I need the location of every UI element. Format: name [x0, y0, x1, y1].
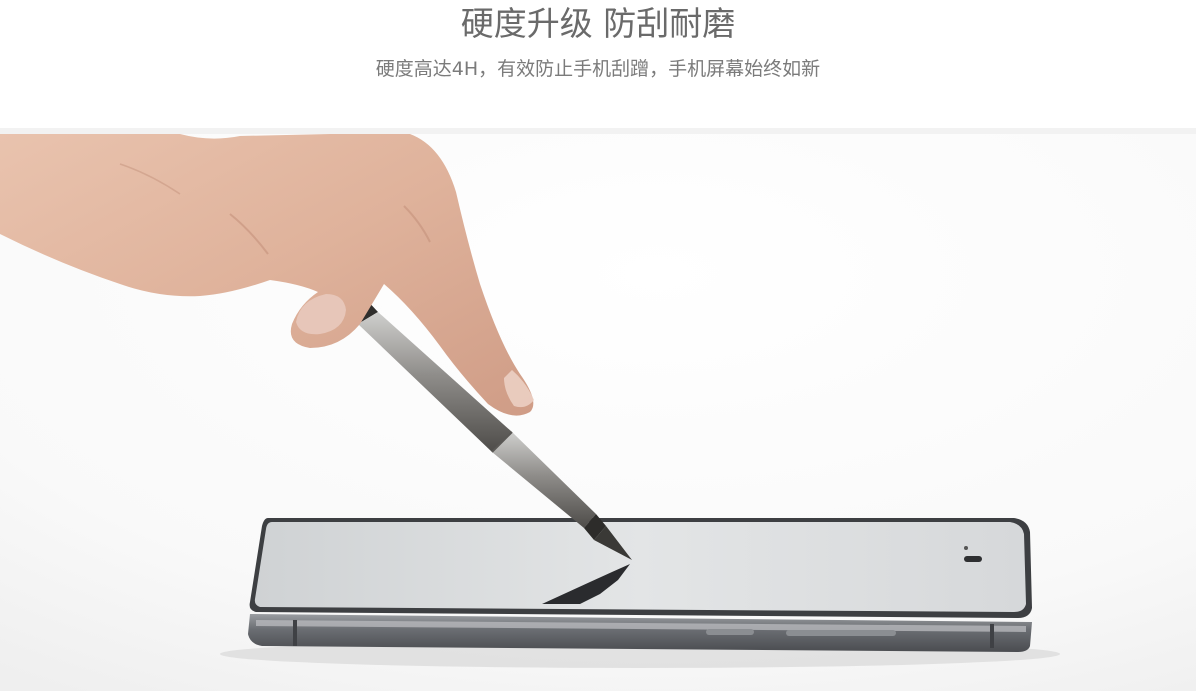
product-photo — [0, 134, 1196, 691]
product-feature-section: 硬度升级 防刮耐磨 硬度高达4H，有效防止手机刮蹭，手机屏幕始终如新 — [0, 0, 1196, 691]
phone-image — [248, 518, 1033, 652]
feature-subtitle: 硬度高达4H，有效防止手机刮蹭，手机屏幕始终如新 — [375, 58, 821, 80]
feature-header: 硬度升级 防刮耐磨 硬度高达4H，有效防止手机刮蹭，手机屏幕始终如新 — [0, 0, 1196, 128]
feature-title: 硬度升级 防刮耐磨 — [460, 4, 736, 43]
